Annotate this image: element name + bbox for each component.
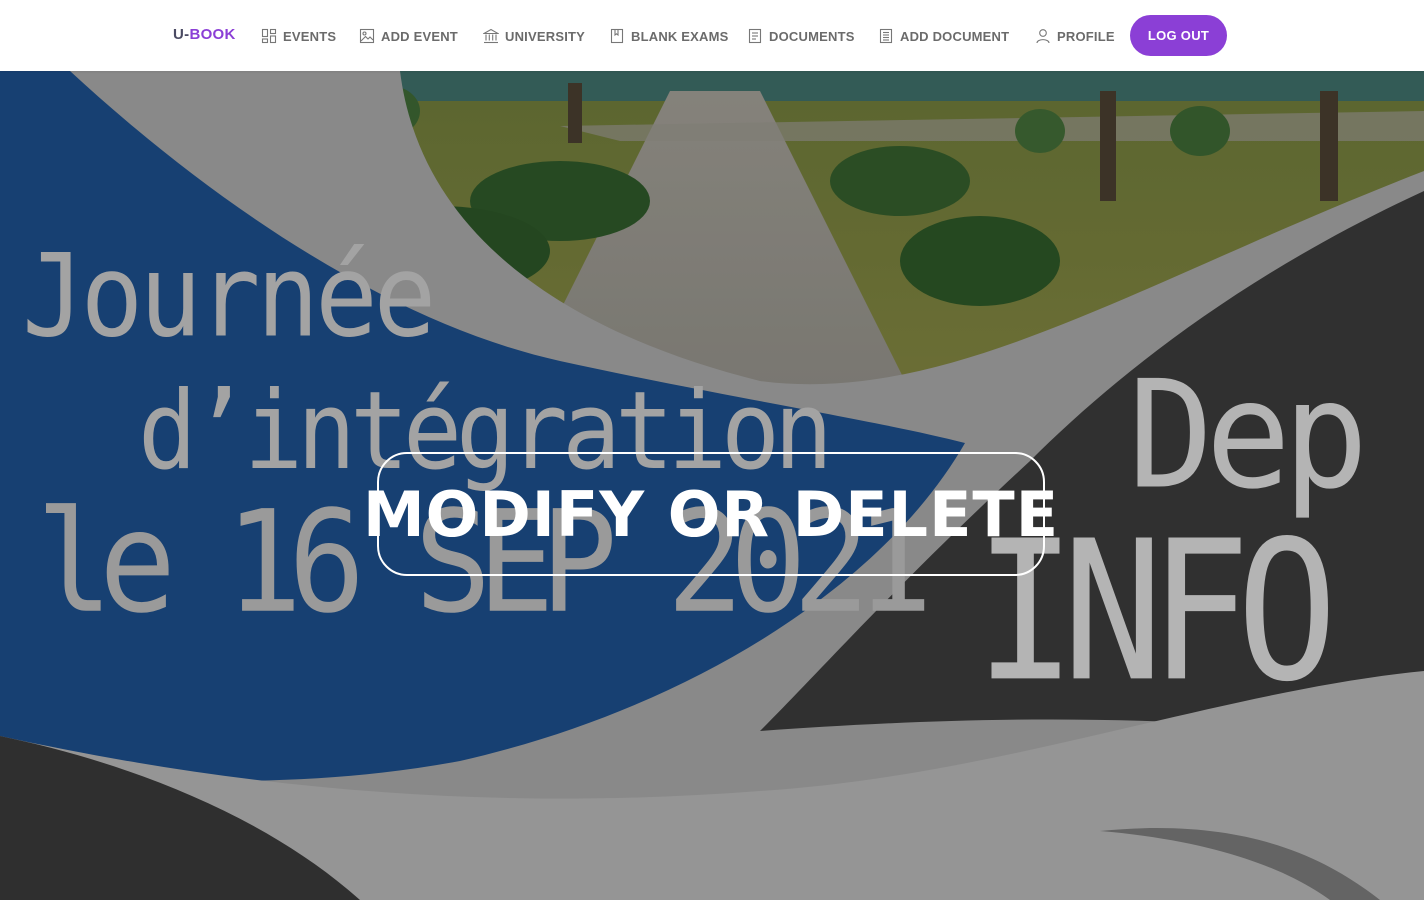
nav-item-profile[interactable]: PROFILE <box>1035 27 1115 45</box>
nav-item-documents[interactable]: DOCUMENTS <box>747 27 855 45</box>
poster-text-journee: Journée <box>22 229 436 364</box>
grid-icon <box>261 28 277 44</box>
nav-item-add-document[interactable]: ADD DOCUMENT <box>878 27 1009 45</box>
document-lines-icon <box>879 28 893 44</box>
bank-icon <box>483 28 499 44</box>
modify-or-delete-button[interactable]: MODIFY OR DELETE <box>363 452 1058 576</box>
nav-label: UNIVERSITY <box>505 28 586 44</box>
nav-label: ADD DOCUMENT <box>900 28 1010 44</box>
nav-label: BLANK EXAMS <box>631 28 729 44</box>
nav-item-university[interactable]: UNIVERSITY <box>483 27 585 45</box>
brand-logo-link[interactable]: U-BOOK <box>173 26 236 43</box>
hero-section: Journée d’intégration le 16 SEP 2021 Dep… <box>0 71 1424 900</box>
user-icon <box>1036 29 1050 44</box>
document-icon <box>748 28 762 44</box>
brand-prefix: U- <box>173 26 190 43</box>
nav-label: EVENTS <box>283 28 337 44</box>
logout-button[interactable]: LOG OUT <box>1130 15 1227 56</box>
nav-item-events[interactable]: EVENTS <box>261 27 336 45</box>
top-navbar: U-BOOK EVENTS ADD EVENT UNIVERSITY BLANK… <box>0 0 1424 71</box>
nav-item-add-event[interactable]: ADD EVENT <box>359 27 458 45</box>
image-icon <box>359 28 375 44</box>
nav-item-blank-exams[interactable]: BLANK EXAMS <box>609 27 729 45</box>
nav-label: PROFILE <box>1057 28 1115 44</box>
nav-label: ADD EVENT <box>381 28 458 44</box>
poster-text-dep: Dep <box>1128 349 1369 523</box>
bookmark-book-icon <box>610 28 624 44</box>
nav-label: DOCUMENTS <box>769 28 855 44</box>
brand-name: BOOK <box>189 26 236 43</box>
